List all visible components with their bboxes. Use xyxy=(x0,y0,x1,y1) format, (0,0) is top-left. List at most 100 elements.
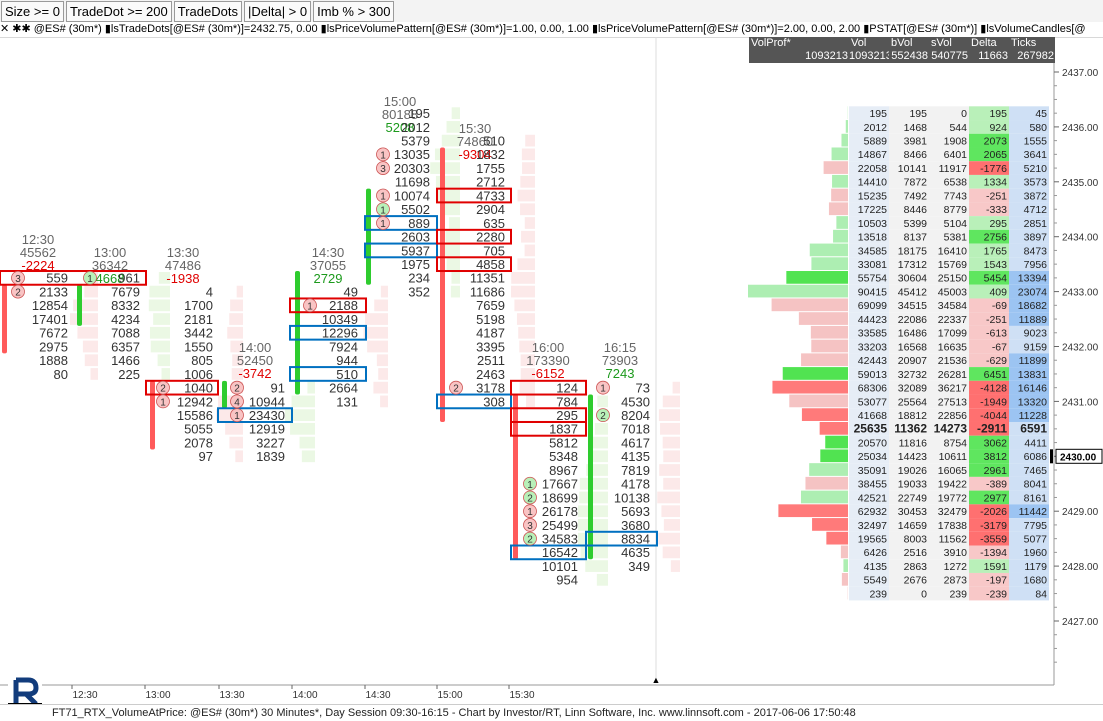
profile-cell: -333 xyxy=(986,204,1007,216)
summary-header-bvol: bVol xyxy=(889,37,929,50)
summary-header-svol: sVol xyxy=(929,37,969,50)
volume-bar xyxy=(664,519,680,531)
trade-dot-label: 1 xyxy=(234,411,240,422)
profile-cell: 7956 xyxy=(1024,259,1048,271)
profile-cell: 14423 xyxy=(898,451,927,463)
profile-cell: 5889 xyxy=(864,135,888,147)
volume-bar xyxy=(84,286,98,298)
profile-bar xyxy=(829,202,848,215)
volume-bar xyxy=(153,313,170,325)
bar-delta-label: 2729 xyxy=(314,271,343,286)
profile-cell: 7465 xyxy=(1024,465,1048,477)
volume-bar xyxy=(300,437,315,449)
volume-bar xyxy=(377,354,388,366)
price-label: 2437.00 xyxy=(1062,68,1099,79)
current-price-marker xyxy=(1050,449,1053,463)
footprint-chart[interactable]: 2437.002436.002435.002434.002433.002432.… xyxy=(0,0,1103,704)
profile-cell: -629 xyxy=(986,355,1007,367)
volume-bar xyxy=(663,547,680,559)
volume-bar xyxy=(579,492,608,504)
volume-bar xyxy=(452,107,460,119)
profile-cell: 11917 xyxy=(939,163,968,175)
profile-cell: 9023 xyxy=(1024,328,1048,340)
trade-dot-label: 2 xyxy=(600,411,606,422)
profile-cell: 5077 xyxy=(1024,534,1048,546)
profile-cell: 195 xyxy=(989,108,1007,120)
summary-value: 552438 xyxy=(889,50,929,63)
profile-cell: 11442 xyxy=(1019,506,1048,518)
price-volume-cell: 308 xyxy=(483,394,505,409)
volume-bar xyxy=(663,437,680,449)
status-footer: FT71_RTX_VolumeAtPrice: @ES# (30m*) 30 M… xyxy=(0,704,1103,721)
profile-cell: 1908 xyxy=(944,135,968,147)
profile-cell: 5104 xyxy=(944,218,968,230)
volume-bar xyxy=(445,231,460,243)
profile-cell: 18175 xyxy=(898,245,927,257)
candle-body xyxy=(366,189,371,285)
profile-cell: -1394 xyxy=(980,547,1007,559)
candle-body xyxy=(77,285,82,326)
profile-cell: 8003 xyxy=(904,534,928,546)
trade-dot-label: 1 xyxy=(380,192,386,203)
profile-cell: 17099 xyxy=(938,328,967,340)
trade-dot-label: 3 xyxy=(527,521,533,532)
profile-cell: 195 xyxy=(869,108,887,120)
profile-cell: 68306 xyxy=(858,383,887,395)
profile-bar xyxy=(805,477,848,490)
volume-bar xyxy=(663,450,680,462)
volume-bar xyxy=(581,547,608,559)
profile-bar xyxy=(809,463,848,476)
profile-cell: 239 xyxy=(869,588,887,600)
profile-cell: 6426 xyxy=(864,547,888,559)
profile-cell: 33203 xyxy=(858,341,887,353)
summary-value: 540775 xyxy=(929,50,969,63)
profile-cell: -2911 xyxy=(977,422,1007,436)
volume-bar xyxy=(235,450,243,462)
candle-body xyxy=(295,271,300,395)
profile-cell: 6451 xyxy=(984,369,1008,381)
profile-cell: 3872 xyxy=(1024,190,1048,202)
profile-cell: 0 xyxy=(921,588,927,600)
profile-cell: 2012 xyxy=(864,122,888,134)
profile-cell: 11362 xyxy=(894,422,927,436)
profile-cell: -613 xyxy=(986,328,1007,340)
profile-cell: 16486 xyxy=(898,328,927,340)
profile-cell: 2863 xyxy=(904,561,928,573)
volume-bar xyxy=(517,258,535,270)
price-volume-cell: 131 xyxy=(336,394,358,409)
volume-bar xyxy=(518,327,535,339)
profile-cell: 27513 xyxy=(938,396,967,408)
profile-cell: 18682 xyxy=(1018,300,1047,312)
profile-cell: 45412 xyxy=(898,286,927,298)
profile-cell: 14867 xyxy=(858,149,887,161)
profile-cell: 2851 xyxy=(1024,218,1048,230)
bar-delta-label: -6152 xyxy=(531,366,564,381)
volume-bar xyxy=(227,327,243,339)
volume-bar xyxy=(585,560,608,572)
trade-dot-label: 1 xyxy=(380,219,386,230)
profile-cell: 9159 xyxy=(1024,341,1048,353)
trade-dot-label: 1 xyxy=(527,507,533,518)
profile-bar xyxy=(824,161,848,174)
volume-bar xyxy=(162,368,171,380)
profile-bar xyxy=(802,408,848,421)
volume-bar xyxy=(661,505,680,517)
profile-cell: 42443 xyxy=(858,355,887,367)
profile-cell: 22856 xyxy=(938,410,967,422)
profile-cell: 1543 xyxy=(984,259,1008,271)
volume-bar xyxy=(520,203,535,215)
summary-header-ticks: Ticks xyxy=(1009,37,1055,50)
trade-dot-label: 4 xyxy=(234,397,240,408)
price-volume-cell: 97 xyxy=(199,449,213,464)
profile-cell: 4411 xyxy=(1024,437,1047,449)
profile-cell: 22058 xyxy=(858,163,887,175)
profile-bar xyxy=(846,120,848,133)
profile-cell: 19772 xyxy=(938,492,967,504)
bar-delta-label: -3742 xyxy=(238,366,271,381)
volume-bar xyxy=(673,382,680,394)
volume-bar xyxy=(657,492,680,504)
profile-cell: -69 xyxy=(992,300,1007,312)
volume-bar xyxy=(449,217,460,229)
profile-bar xyxy=(812,518,848,531)
profile-cell: 295 xyxy=(989,218,1007,230)
